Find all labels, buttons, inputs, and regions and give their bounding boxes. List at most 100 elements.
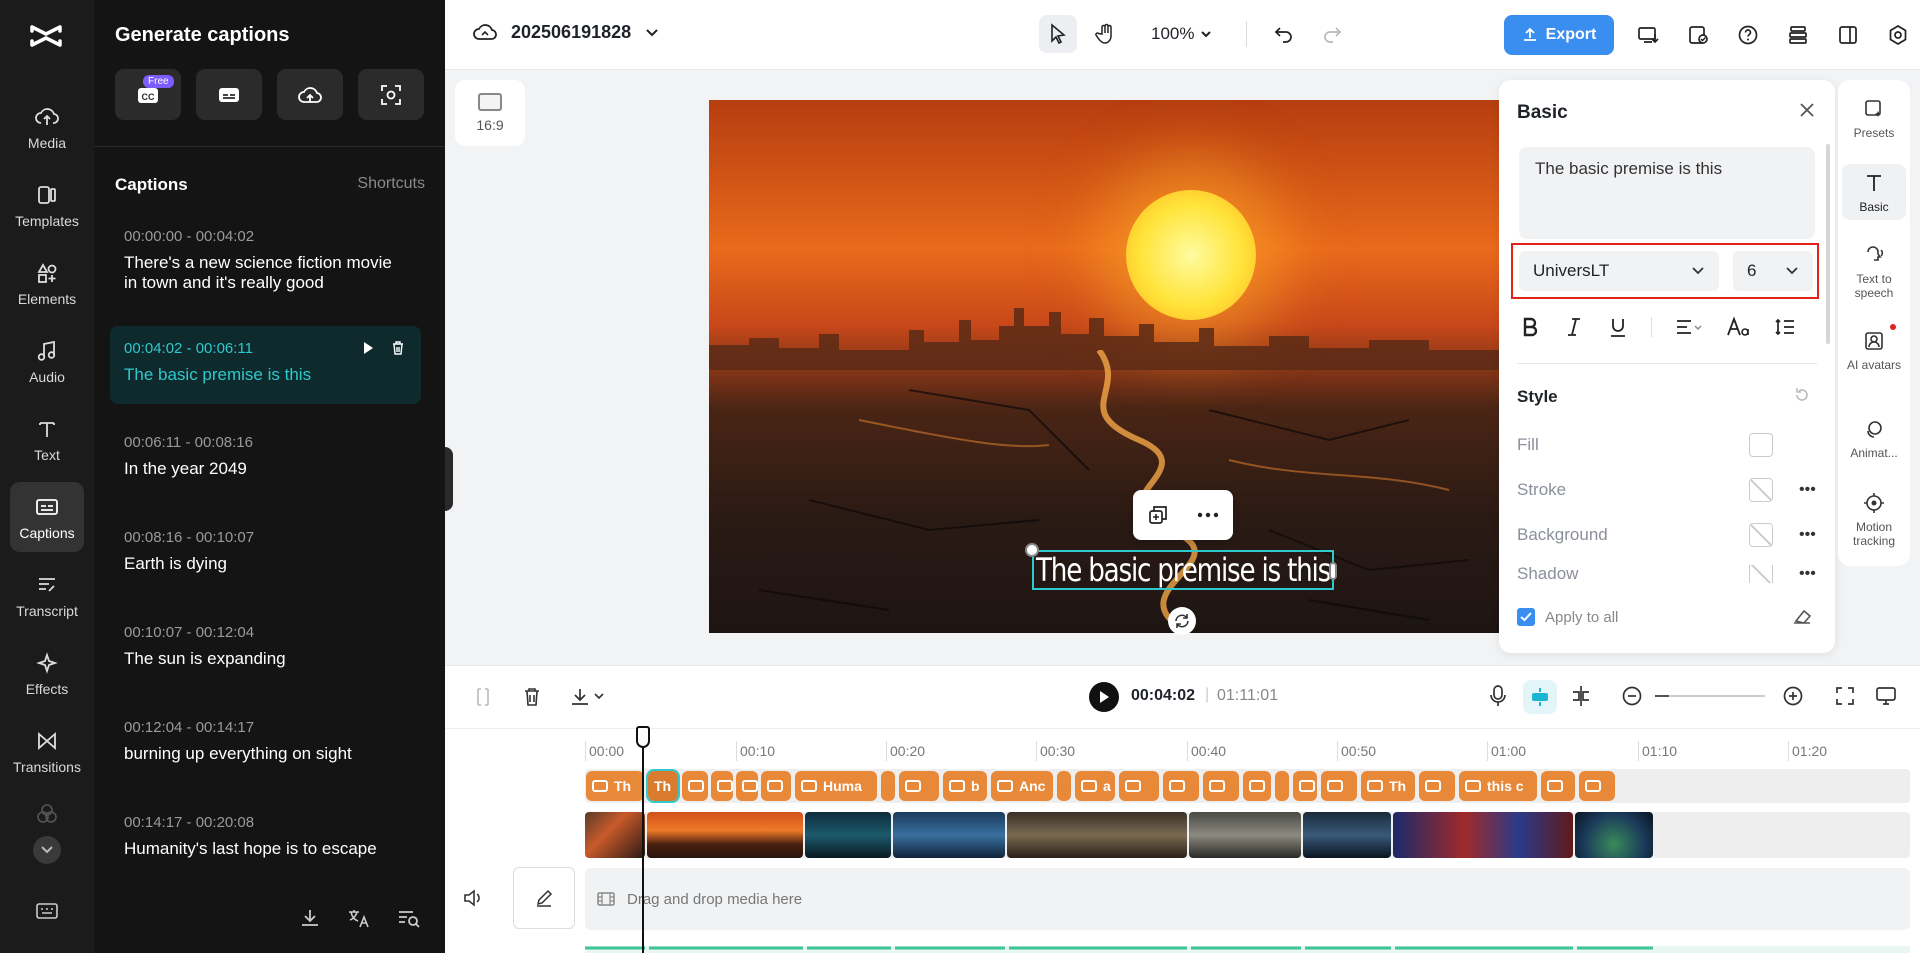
download-icon[interactable] bbox=[299, 907, 321, 929]
close-icon[interactable] bbox=[1799, 102, 1815, 118]
caption-item[interactable]: 00:14:17 - 00:20:08 Humanity's last hope… bbox=[110, 800, 421, 870]
fill-color-swatch[interactable] bbox=[1749, 433, 1773, 457]
help-button[interactable] bbox=[1731, 18, 1765, 52]
caption-item[interactable]: 00:08:16 - 00:10:07 Earth is dying bbox=[110, 515, 421, 588]
caption-text[interactable]: In the year 2049 bbox=[124, 459, 407, 479]
font-family-dropdown[interactable]: UniversLT bbox=[1519, 251, 1719, 291]
review-button[interactable] bbox=[1681, 18, 1715, 52]
more-icon[interactable]: ••• bbox=[1799, 481, 1816, 499]
caption-item[interactable]: 00:10:07 - 00:12:04 The sun is expanding bbox=[110, 610, 421, 683]
cover-edit-button[interactable] bbox=[513, 867, 575, 929]
caption-clip[interactable] bbox=[1243, 771, 1271, 801]
redo-button[interactable] bbox=[1313, 15, 1351, 53]
caption-clip[interactable] bbox=[761, 771, 791, 801]
caption-clip[interactable] bbox=[711, 771, 733, 801]
rsb-motion-tracking[interactable]: Motion tracking bbox=[1842, 490, 1906, 548]
caption-clip[interactable]: Anc bbox=[991, 771, 1053, 801]
caption-clip[interactable]: Th bbox=[1361, 771, 1415, 801]
caption-text[interactable]: The sun is expanding bbox=[124, 649, 407, 669]
eraser-icon[interactable] bbox=[1791, 607, 1813, 627]
rail-expand-chevron-icon[interactable] bbox=[33, 836, 61, 864]
select-tool-button[interactable] bbox=[1039, 15, 1077, 53]
timeline-zoom-slider[interactable] bbox=[1655, 695, 1765, 697]
underline-icon[interactable] bbox=[1607, 316, 1629, 338]
playhead-line[interactable] bbox=[642, 728, 644, 953]
bold-icon[interactable] bbox=[1519, 316, 1541, 338]
translate-icon[interactable] bbox=[347, 907, 371, 929]
zoom-dropdown[interactable]: 100% bbox=[1151, 24, 1212, 44]
line-spacing-icon[interactable] bbox=[1774, 316, 1796, 338]
more-icon[interactable]: ••• bbox=[1799, 565, 1816, 583]
upload-captions-button[interactable] bbox=[277, 69, 343, 120]
caption-item-active[interactable]: 00:04:02 - 00:06:11 The basic premise is… bbox=[110, 326, 421, 404]
reset-icon[interactable] bbox=[1793, 386, 1811, 404]
aspect-ratio-button[interactable]: 16:9 bbox=[455, 80, 525, 146]
caption-item[interactable]: 00:00:00 - 00:04:02 There's a new scienc… bbox=[110, 214, 421, 307]
side-handle[interactable] bbox=[1329, 562, 1337, 580]
caption-item[interactable]: 00:12:04 - 00:14:17 burning up everythin… bbox=[110, 705, 421, 778]
caption-clip[interactable]: this c bbox=[1459, 771, 1537, 801]
video-clip-people[interactable] bbox=[1189, 812, 1301, 858]
caption-clip[interactable] bbox=[1321, 771, 1357, 801]
caption-clip[interactable] bbox=[1293, 771, 1317, 801]
rail-transcript[interactable]: Transcript bbox=[10, 560, 84, 630]
chevron-down-icon[interactable] bbox=[645, 28, 659, 38]
rail-captions[interactable]: Captions bbox=[10, 482, 84, 552]
rail-effects[interactable]: Effects bbox=[10, 638, 84, 708]
rail-text[interactable]: Text bbox=[10, 404, 84, 474]
monitor-download-button[interactable] bbox=[1631, 18, 1665, 52]
microphone-icon[interactable] bbox=[1488, 684, 1508, 708]
track-volume-icon[interactable] bbox=[462, 888, 484, 911]
play-button[interactable] bbox=[1089, 682, 1119, 712]
video-clip-theater[interactable] bbox=[585, 812, 645, 858]
caption-text[interactable]: Earth is dying bbox=[124, 554, 407, 574]
video-clip-lights[interactable] bbox=[1393, 812, 1573, 858]
playhead-handle[interactable] bbox=[636, 726, 650, 748]
rail-audio[interactable]: Audio bbox=[10, 326, 84, 396]
preview-monitor-icon[interactable] bbox=[1875, 685, 1897, 707]
settings-button[interactable] bbox=[1881, 18, 1915, 52]
shortcuts-link[interactable]: Shortcuts bbox=[357, 175, 425, 193]
rsb-text-to-speech[interactable]: Text to speech bbox=[1842, 242, 1906, 300]
caption-text[interactable]: The basic premise is this bbox=[124, 365, 407, 385]
caption-clip[interactable] bbox=[1163, 771, 1199, 801]
more-icon[interactable] bbox=[1197, 512, 1219, 518]
rail-templates[interactable]: Templates bbox=[10, 170, 84, 240]
caption-clip[interactable] bbox=[899, 771, 939, 801]
caption-clip[interactable] bbox=[1419, 771, 1455, 801]
caption-clip[interactable] bbox=[1057, 771, 1071, 801]
rsb-ai-avatars[interactable]: AI avatars bbox=[1842, 328, 1906, 372]
caption-text[interactable]: Humanity's last hope is to escape bbox=[124, 839, 407, 859]
caption-clip[interactable]: Huma bbox=[795, 771, 877, 801]
rail-elements[interactable]: Elements bbox=[10, 248, 84, 318]
font-size-dropdown[interactable]: 6 bbox=[1733, 251, 1813, 291]
caption-text[interactable]: burning up everything on sight bbox=[124, 744, 407, 764]
export-button[interactable]: Export bbox=[1504, 15, 1614, 55]
caption-item[interactable]: 00:06:11 - 00:08:16 In the year 2049 bbox=[110, 420, 421, 493]
resize-handle[interactable] bbox=[1025, 543, 1039, 557]
shadow-color-swatch[interactable] bbox=[1749, 565, 1773, 583]
video-clip-spaceship[interactable] bbox=[805, 812, 891, 858]
text-case-icon[interactable] bbox=[1726, 316, 1752, 338]
trash-icon[interactable] bbox=[522, 686, 542, 708]
caption-clip[interactable]: Th bbox=[586, 771, 644, 801]
project-name[interactable]: 202506191828 bbox=[511, 22, 631, 43]
hand-tool-button[interactable] bbox=[1087, 15, 1125, 53]
split-icon[interactable] bbox=[473, 686, 493, 708]
audio-track-strip[interactable] bbox=[585, 942, 1910, 953]
layout-button[interactable] bbox=[1831, 18, 1865, 52]
rail-transitions[interactable]: Transitions bbox=[10, 716, 84, 786]
capcut-logo[interactable] bbox=[28, 18, 64, 54]
rsb-presets[interactable]: Presets bbox=[1842, 96, 1906, 140]
caption-clip[interactable] bbox=[1275, 771, 1289, 801]
download-dropdown-icon[interactable] bbox=[570, 686, 608, 708]
align-icon[interactable] bbox=[1674, 316, 1704, 338]
project-title-area[interactable]: 202506191828 bbox=[473, 22, 659, 43]
caption-clip[interactable] bbox=[1579, 771, 1615, 801]
background-color-swatch[interactable] bbox=[1749, 523, 1773, 547]
filters-icon[interactable] bbox=[33, 800, 61, 828]
rotate-button[interactable] bbox=[1168, 607, 1196, 635]
zoom-out-icon[interactable] bbox=[1621, 685, 1643, 707]
caption-clip[interactable] bbox=[881, 771, 895, 801]
zoom-in-icon[interactable] bbox=[1782, 685, 1804, 707]
